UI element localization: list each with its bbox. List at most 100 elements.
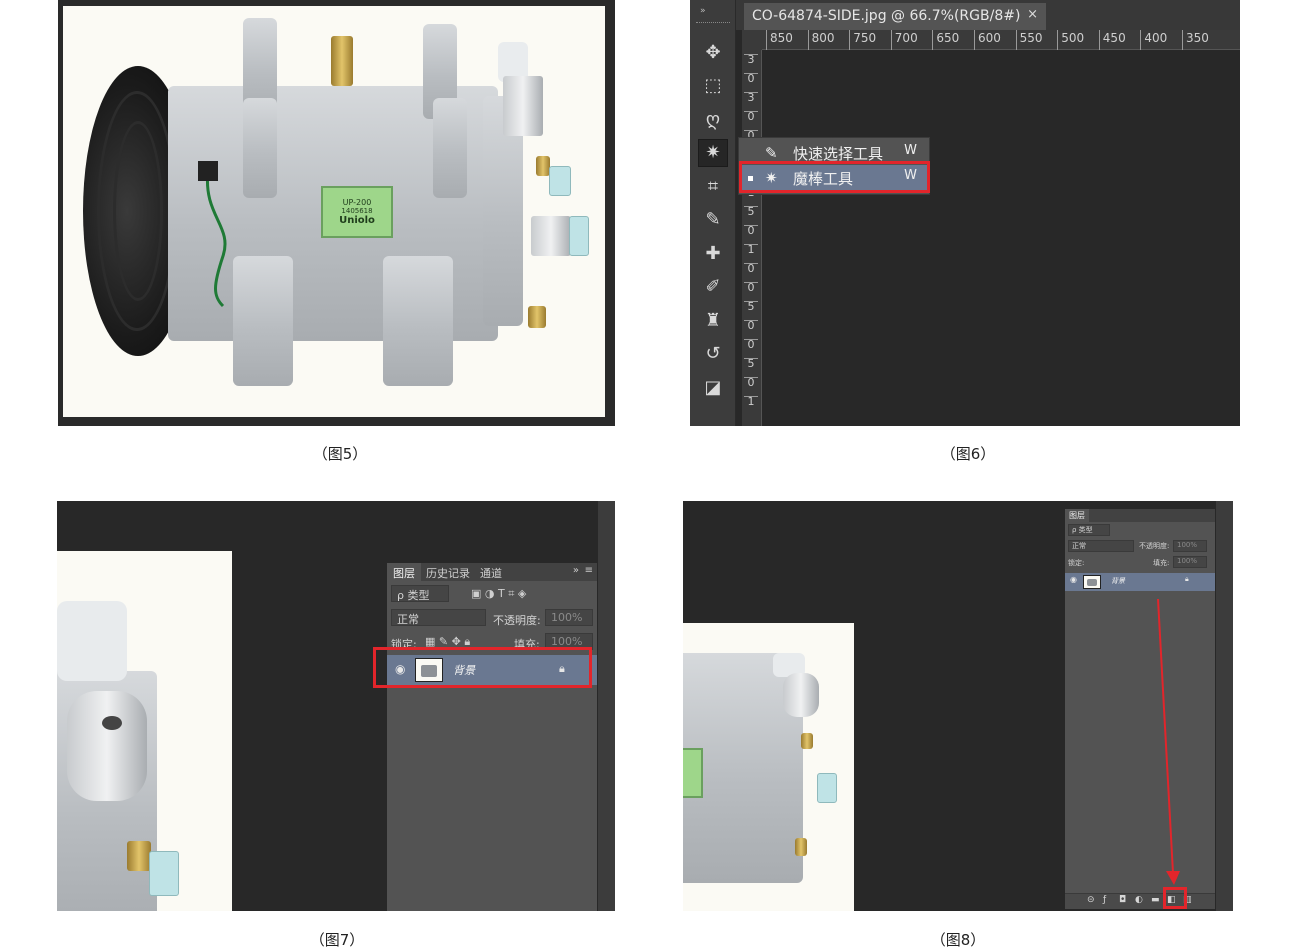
layer-filter-select[interactable]: ρ 类型 — [1068, 524, 1110, 536]
vertical-ruler[interactable]: 3030025150100500501 — [742, 50, 762, 426]
document-tab-title: CO-64874-SIDE.jpg @ 66.7%(RGB/8#) — [752, 8, 1021, 24]
tab-channels[interactable]: 通道 — [474, 563, 508, 581]
tab-history[interactable]: 历史记录 — [420, 563, 476, 581]
ruler-tick-label: 350 — [1182, 30, 1209, 50]
layer-row-background[interactable]: ◉ 背景 🔒︎ — [1065, 573, 1215, 591]
ruler-tick-label: 600 — [974, 30, 1001, 50]
ruler-tick-label: 700 — [890, 30, 918, 50]
rear-brass-fitting-2 — [795, 838, 807, 856]
ruler-tick-label: 1 — [744, 244, 758, 255]
figure-5-product-photo: UP-200 1405618 Uniolo — [58, 0, 615, 426]
rear-brass-fitting-2 — [528, 306, 546, 328]
fill-input[interactable]: 100% — [1173, 556, 1207, 568]
service-port-cap — [57, 601, 127, 681]
layers-panel: 图层 ρ 类型 正常 不透明度: 100% 锁定: 填充: 100% ◉ 背景 … — [1065, 509, 1215, 909]
filter-icons: ▣ ◑ T ⌗ ◈ — [471, 587, 527, 600]
ruler-tick-label: 0 — [744, 225, 758, 236]
ruler-tick-label: 400 — [1140, 30, 1167, 50]
rear-brass-fitting — [127, 841, 151, 871]
tab-layers[interactable]: 图层 — [387, 563, 421, 581]
opacity-input[interactable]: 100% — [545, 609, 593, 626]
discharge-port — [531, 216, 571, 256]
brush-icon[interactable]: ✐ — [698, 273, 728, 301]
highlight-magic-wand — [739, 161, 930, 193]
ruler-origin[interactable] — [742, 30, 762, 50]
top-valve-brass — [331, 36, 353, 86]
product-nameplate-partial — [683, 748, 703, 798]
suction-port — [783, 673, 819, 717]
quick-selection-icon: ✎ — [765, 144, 778, 162]
blend-mode-select[interactable]: 正常 — [1068, 540, 1134, 552]
layer-name: 背景 — [1111, 577, 1125, 585]
rear-blue-cap-2 — [569, 216, 589, 256]
menu-item-shortcut: W — [904, 143, 917, 158]
collapsed-panels-strip — [1216, 501, 1233, 911]
history-brush-icon[interactable]: ↺ — [698, 340, 728, 368]
close-icon[interactable]: × — [1027, 7, 1038, 22]
suction-port — [67, 691, 147, 801]
rear-blue-cap — [149, 851, 179, 896]
panel-tabs: 图层 历史记录 通道 » ≡ — [387, 563, 597, 581]
ruler-tick-label: 0 — [744, 263, 758, 274]
suction-port — [503, 76, 543, 136]
ruler-tick-label: 550 — [1015, 30, 1043, 50]
rear-brass-fitting-1 — [801, 733, 813, 749]
panel-menu-icon[interactable]: ≡ — [585, 565, 593, 576]
panel-collapse-icon[interactable]: » — [700, 6, 706, 16]
stamp-icon[interactable]: ♜ — [698, 306, 728, 334]
link-layers-icon[interactable]: ⊝ — [1087, 895, 1095, 905]
mount-foot-right — [383, 256, 453, 386]
lasso-icon[interactable]: ღ — [698, 105, 728, 133]
ruler-tick-label: 5 — [744, 301, 758, 312]
ruler-tick-label: 0 — [744, 320, 758, 331]
adjustment-layer-icon[interactable]: ◐ — [1135, 895, 1143, 905]
nameplate-brand: Uniolo — [339, 215, 375, 226]
document-canvas-crop — [57, 551, 232, 911]
ruler-tick-label: 0 — [744, 377, 758, 388]
pulley-hub — [113, 121, 163, 301]
collapse-icon[interactable]: » — [573, 565, 579, 576]
horizontal-ruler[interactable]: 850 800 750 700 650 600 550 500 450 400 350 — [762, 30, 1240, 50]
crop-icon[interactable]: ⌗ — [698, 172, 728, 200]
caption-fig5: （图5） — [312, 445, 368, 463]
highlight-new-layer-button — [1163, 887, 1187, 909]
eye-icon[interactable]: ◉ — [1070, 575, 1077, 584]
lock-icon: 🔒︎ — [1185, 575, 1189, 583]
move-icon[interactable]: ✥ — [698, 38, 728, 66]
port-opening — [102, 716, 122, 730]
ruler-tick-label: 5 — [744, 206, 758, 217]
layer-filter-select[interactable]: ρ 类型 — [391, 585, 449, 602]
figure-8-new-layer-button: 图层 ρ 类型 正常 不透明度: 100% 锁定: 填充: 100% ◉ 背景 … — [683, 501, 1233, 911]
healing-brush-icon[interactable]: ✚ — [698, 239, 728, 267]
ruler-tick-label: 0 — [744, 339, 758, 350]
eraser-icon[interactable]: ◪ — [698, 373, 728, 401]
layer-style-icon[interactable]: ƒ — [1103, 895, 1106, 905]
rear-brass-fitting-1 — [536, 156, 550, 176]
opacity-input[interactable]: 100% — [1173, 540, 1207, 552]
magic-wand-icon[interactable]: ✷ — [698, 138, 728, 167]
product-nameplate: UP-200 1405618 Uniolo — [321, 186, 393, 238]
tab-layers[interactable]: 图层 — [1065, 509, 1089, 522]
mount-ear-front-right — [433, 98, 467, 198]
layers-panel: 图层 历史记录 通道 » ≡ ρ 类型 ▣ ◑ T ⌗ ◈ 正常 不透明度: 1… — [387, 563, 597, 911]
collapsed-panels-strip — [598, 501, 615, 911]
caption-fig6: （图6） — [940, 445, 996, 463]
ruler-tick-label: 850 — [766, 30, 793, 50]
add-mask-icon[interactable]: ◘ — [1119, 895, 1126, 905]
eyedropper-icon[interactable]: ✎ — [698, 206, 728, 234]
document-canvas-crop — [683, 623, 854, 911]
marquee-icon[interactable]: ⬚ — [698, 72, 728, 100]
figure-7-layers-panel: 图层 历史记录 通道 » ≡ ρ 类型 ▣ ◑ T ⌗ ◈ 正常 不透明度: 1… — [57, 501, 615, 911]
panel-grip[interactable] — [696, 22, 730, 24]
rear-blue-cap — [817, 773, 837, 803]
blend-mode-select[interactable]: 正常 — [391, 609, 486, 626]
ruler-tick-label: 5 — [744, 358, 758, 369]
document-tab[interactable]: CO-64874-SIDE.jpg @ 66.7%(RGB/8#) × — [744, 3, 1046, 30]
document-tab-bar: CO-64874-SIDE.jpg @ 66.7%(RGB/8#) × — [736, 0, 1240, 30]
rear-blue-cap-1 — [549, 166, 571, 196]
layers-panel-footer: ⊝ ƒ ◘ ◐ ▬ ◧ ▥ — [1065, 893, 1215, 909]
new-group-icon[interactable]: ▬ — [1151, 895, 1160, 905]
caption-fig8: （图8） — [930, 931, 986, 948]
ruler-tick-label: 0 — [744, 111, 758, 122]
ruler-tick-label: 0 — [744, 73, 758, 84]
